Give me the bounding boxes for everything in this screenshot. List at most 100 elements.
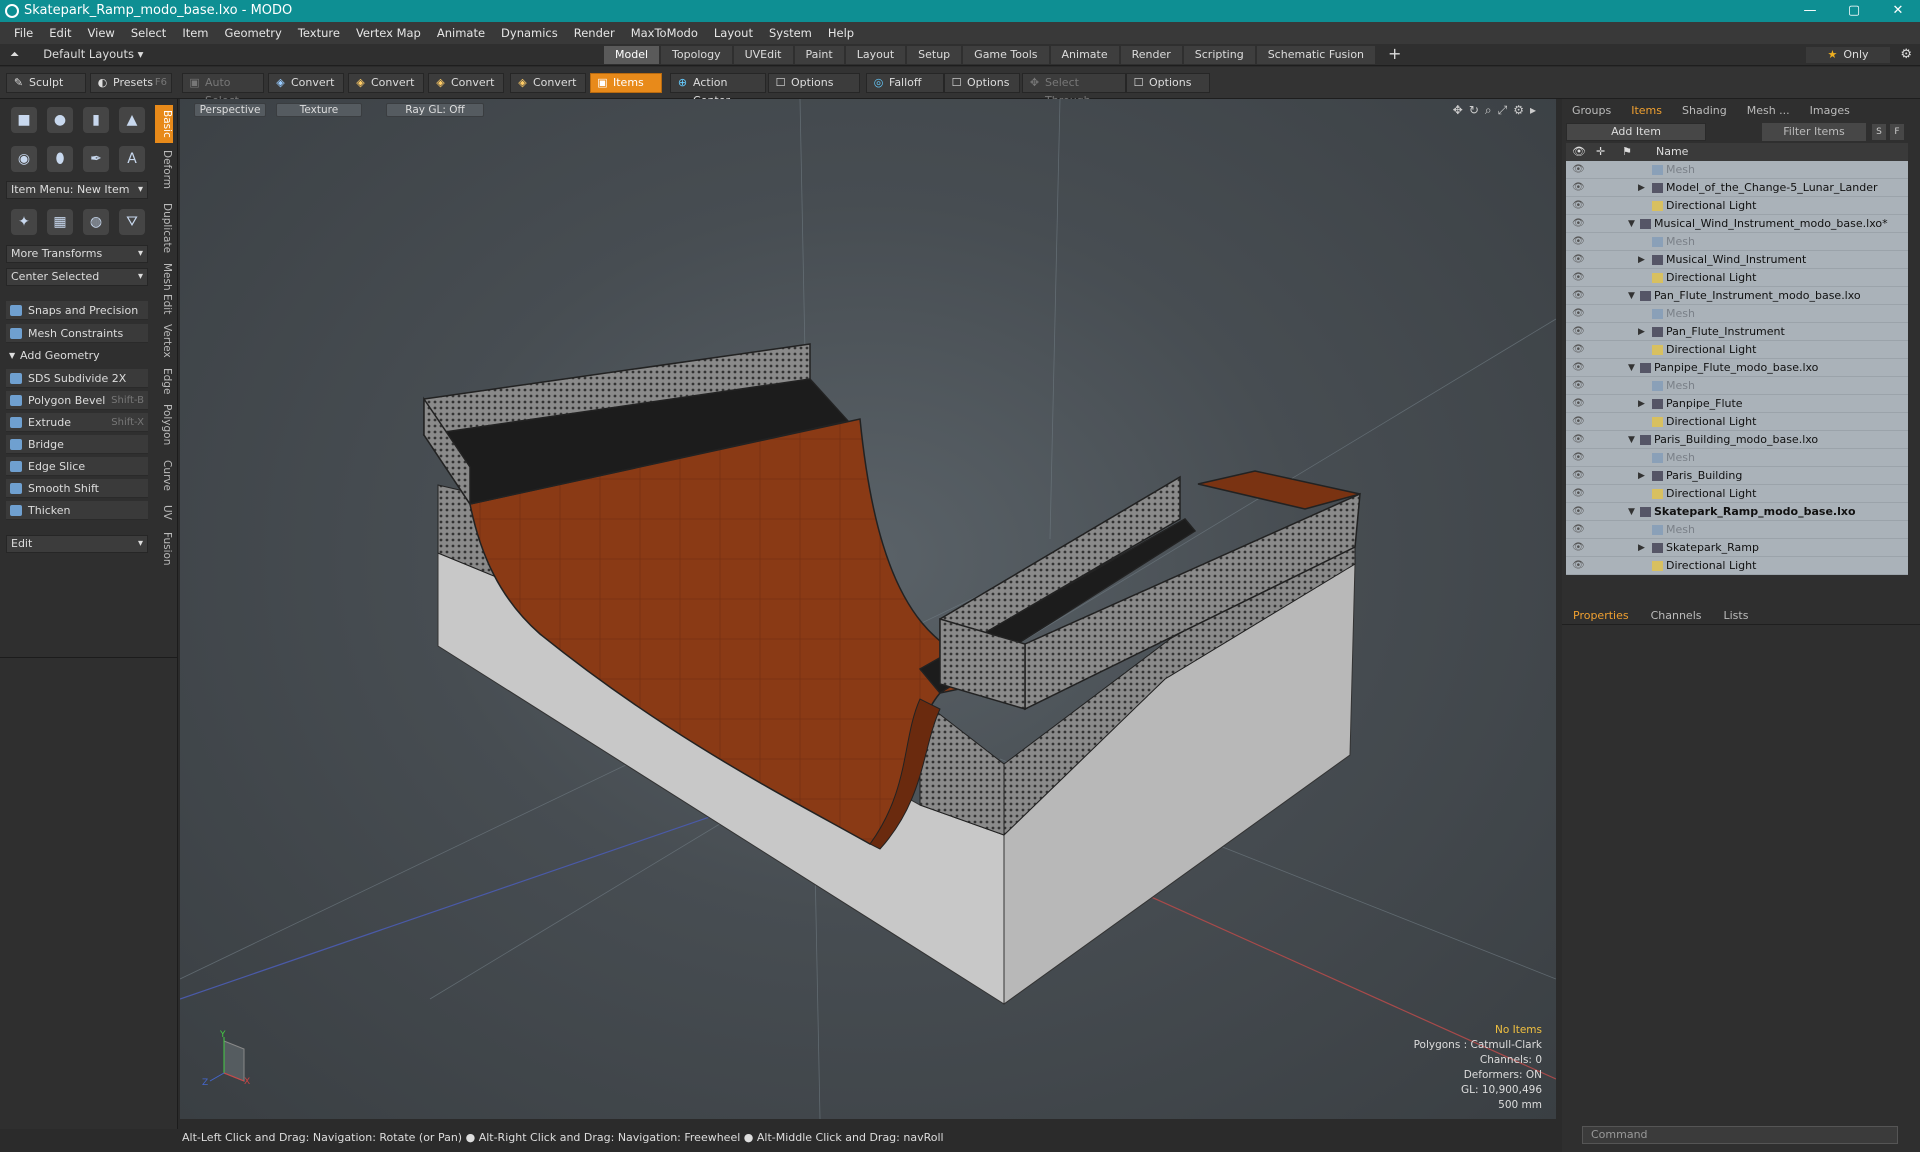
s-toggle-button[interactable]: S — [1872, 124, 1886, 140]
tree-row[interactable]: 👁 ▶ Skatepark_Ramp — [1566, 539, 1908, 557]
vtab-mesh-edit[interactable]: Mesh Edit — [155, 261, 173, 317]
expand-triangle-icon[interactable]: ▶ — [1638, 251, 1645, 269]
tree-row[interactable]: 👁 Directional Light — [1566, 557, 1908, 575]
vtab-deform[interactable]: Deform — [155, 147, 173, 193]
cone-primitive-icon[interactable]: ▲ — [119, 107, 145, 133]
smooth-shift-button[interactable]: Smooth Shift — [6, 479, 148, 498]
select-through-options-button[interactable]: ☐ Options — [1126, 73, 1210, 93]
menu-system[interactable]: System — [761, 26, 820, 40]
visibility-eye-icon[interactable]: 👁 — [1572, 323, 1585, 341]
collapse-icon[interactable]: ⏶ — [10, 47, 19, 61]
tab-setup[interactable]: Setup — [907, 46, 962, 64]
menu-file[interactable]: File — [6, 26, 41, 40]
tree-row[interactable]: 👁 Directional Light — [1566, 197, 1908, 215]
expand-triangle-icon[interactable]: ▼ — [1628, 359, 1635, 377]
raygl-button[interactable]: Ray GL: Off — [386, 103, 484, 117]
menu-view[interactable]: View — [80, 26, 123, 40]
visibility-eye-icon[interactable]: 👁 — [1572, 341, 1585, 359]
expand-triangle-icon[interactable]: ▶ — [1638, 539, 1645, 557]
sphere-primitive-icon[interactable]: ● — [47, 107, 73, 133]
maximize-button[interactable]: ▢ — [1832, 0, 1876, 22]
edge-slice-button[interactable]: Edge Slice — [6, 457, 148, 476]
thicken-button[interactable]: Thicken — [6, 501, 148, 520]
tab-properties[interactable]: Properties — [1562, 609, 1640, 622]
more-transforms-dropdown[interactable]: More Transforms — [6, 245, 148, 263]
tree-row[interactable]: 👁 Directional Light — [1566, 485, 1908, 503]
tab-lists[interactable]: Lists — [1713, 609, 1760, 622]
visibility-eye-icon[interactable]: 👁 — [1572, 521, 1585, 539]
filter-items-input[interactable]: Filter Items — [1762, 123, 1866, 141]
visibility-eye-icon[interactable]: 👁 — [1572, 179, 1585, 197]
tree-row[interactable]: 👁 Mesh — [1566, 161, 1908, 179]
visibility-eye-icon[interactable]: 👁 — [1572, 413, 1585, 431]
mesh-constraints-button[interactable]: Mesh Constraints — [6, 324, 148, 343]
tab-schematic-fusion[interactable]: Schematic Fusion — [1256, 46, 1376, 64]
item-menu-dropdown[interactable]: Item Menu: New Item — [6, 181, 148, 199]
tab-groups[interactable]: Groups — [1562, 104, 1621, 117]
tab-game-tools[interactable]: Game Tools — [963, 46, 1049, 64]
auto-select-button[interactable]: ▣Auto Select — [182, 73, 264, 107]
cylinder-primitive-icon[interactable]: ▮ — [83, 107, 109, 133]
action-center-options-button[interactable]: ☐ Options — [768, 73, 860, 93]
texture-shading-button[interactable]: Texture — [276, 103, 362, 117]
command-input[interactable]: Command — [1582, 1126, 1898, 1144]
visibility-eye-icon[interactable]: 👁 — [1572, 485, 1585, 503]
visibility-eye-icon[interactable]: 👁 — [1572, 269, 1585, 287]
tree-row[interactable]: 👁 Mesh — [1566, 449, 1908, 467]
tree-row[interactable]: 👁 Mesh — [1566, 305, 1908, 323]
tree-row[interactable]: 👁 ▼ Musical_Wind_Instrument_modo_base.lxo* — [1566, 215, 1908, 233]
select-through-button[interactable]: ✥Select Through — [1022, 73, 1126, 107]
menu-select[interactable]: Select — [123, 26, 174, 40]
menu-maxtomodo[interactable]: MaxToModo — [623, 26, 706, 40]
visibility-eye-icon[interactable]: 👁 — [1572, 539, 1585, 557]
tree-row[interactable]: 👁 ▼ Paris_Building_modo_base.lxo — [1566, 431, 1908, 449]
expand-triangle-icon[interactable]: ▶ — [1638, 395, 1645, 413]
center-selected-dropdown[interactable]: Center Selected — [6, 268, 148, 286]
tree-row[interactable]: 👁 ▶ Paris_Building — [1566, 467, 1908, 485]
default-layouts-dropdown[interactable]: ⏶ Default Layouts ▾ — [10, 47, 143, 62]
close-button[interactable]: ✕ — [1876, 0, 1920, 22]
tab-paint[interactable]: Paint — [794, 46, 844, 64]
presets-button[interactable]: ◐ Presets F6 — [90, 73, 172, 93]
tree-row[interactable]: 👁 ▼ Pan_Flute_Instrument_modo_base.lxo — [1566, 287, 1908, 305]
tree-row[interactable]: 👁 Mesh — [1566, 233, 1908, 251]
falloff-button[interactable]: ◎ Falloff — [866, 73, 944, 93]
menu-edit[interactable]: Edit — [41, 26, 79, 40]
capsule-primitive-icon[interactable]: ⬮ — [47, 146, 73, 172]
tree-row[interactable]: 👁 ▶ Panpipe_Flute — [1566, 395, 1908, 413]
tree-row[interactable]: 👁 Mesh — [1566, 377, 1908, 395]
tab-render[interactable]: Render — [1120, 46, 1182, 64]
tree-row[interactable]: 👁 ▶ Model_of_the_Change-5_Lunar_Lander — [1566, 179, 1908, 197]
items-mode-button[interactable]: ▣ Items — [590, 73, 662, 93]
tab-scripting[interactable]: Scripting — [1183, 46, 1255, 64]
transform-icon[interactable]: ✦ — [11, 209, 37, 235]
text-tool-icon[interactable]: A — [119, 146, 145, 172]
sds-subdivide-button[interactable]: SDS Subdivide 2X — [6, 369, 148, 388]
torus-primitive-icon[interactable]: ◉ — [11, 146, 37, 172]
expand-triangle-icon[interactable]: ▼ — [1628, 287, 1635, 305]
sculpt-button[interactable]: ✎ Sculpt — [6, 73, 86, 93]
perspective-button[interactable]: Perspective — [194, 103, 266, 117]
tree-row[interactable]: 👁 ▶ Pan_Flute_Instrument — [1566, 323, 1908, 341]
tree-row[interactable]: 👁 ▼ Skatepark_Ramp_modo_base.lxo — [1566, 503, 1908, 521]
cube-primitive-icon[interactable]: ■ — [11, 107, 37, 133]
menu-animate[interactable]: Animate — [429, 26, 493, 40]
convert-vertices-button[interactable]: ◈ Convert — [268, 73, 344, 93]
vtab-uv[interactable]: UV — [155, 501, 173, 523]
add-item-dropdown[interactable]: Add Item — [1566, 123, 1706, 141]
gear-icon[interactable]: ⚙ — [1900, 47, 1912, 62]
convert-edges-button[interactable]: ◈ Convert — [348, 73, 424, 93]
convert-items-button[interactable]: ◈ Convert — [510, 73, 586, 93]
visibility-eye-icon[interactable]: 👁 — [1572, 377, 1585, 395]
tab-layout[interactable]: Layout — [845, 46, 906, 64]
visibility-eye-icon[interactable]: 👁 — [1572, 161, 1585, 179]
menu-item[interactable]: Item — [174, 26, 216, 40]
vtab-vertex[interactable]: Vertex — [155, 321, 173, 361]
only-button[interactable]: ★ Only — [1806, 47, 1890, 63]
visibility-eye-icon[interactable]: 👁 — [1572, 359, 1585, 377]
vtab-duplicate[interactable]: Duplicate — [155, 199, 173, 257]
tab-topology[interactable]: Topology — [661, 46, 732, 64]
tab-uvedit[interactable]: UVEdit — [733, 46, 793, 64]
visibility-eye-icon[interactable]: 👁 — [1572, 233, 1585, 251]
menu-dynamics[interactable]: Dynamics — [493, 26, 566, 40]
